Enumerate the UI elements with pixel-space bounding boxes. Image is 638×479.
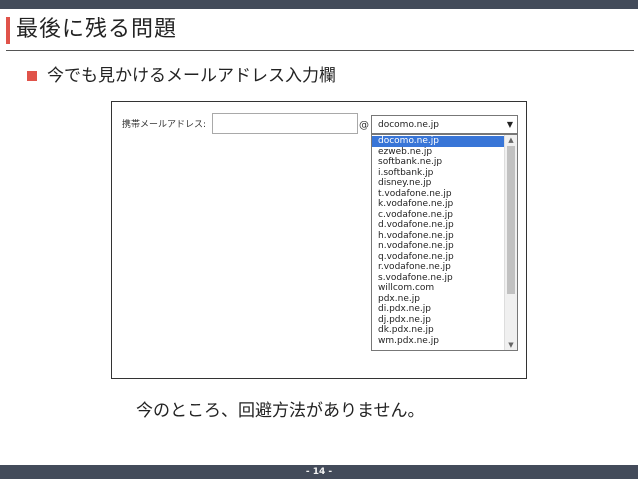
dropdown-option[interactable]: dk.pdx.ne.jp <box>372 325 506 336</box>
bullet-text: 今でも見かけるメールアドレス入力欄 <box>47 66 336 86</box>
dropdown-option[interactable]: r.vodafone.ne.jp <box>372 262 506 273</box>
dropdown-option[interactable]: pdx.ne.jp <box>372 294 506 305</box>
dropdown-option[interactable]: i.softbank.jp <box>372 168 506 179</box>
dropdown-option[interactable]: h.vodafone.ne.jp <box>372 231 506 242</box>
dropdown-option[interactable]: docomo.ne.jp <box>372 136 506 147</box>
dropdown-scrollbar[interactable]: ▲ ▼ <box>504 135 517 350</box>
dropdown-option[interactable]: d.vodafone.ne.jp <box>372 220 506 231</box>
page-number: - 14 - <box>305 467 333 477</box>
form-screenshot: 携帯メールアドレス: @ docomo.ne.jp ▼ docomo.ne.jp… <box>111 101 527 379</box>
scroll-down-icon[interactable]: ▼ <box>505 340 517 350</box>
scroll-thumb[interactable] <box>507 146 515 294</box>
at-symbol: @ <box>359 120 369 131</box>
email-local-input[interactable] <box>212 113 358 134</box>
dropdown-option[interactable]: dj.pdx.ne.jp <box>372 315 506 326</box>
top-bar <box>0 0 638 9</box>
dropdown-option[interactable]: c.vodafone.ne.jp <box>372 210 506 221</box>
dropdown-option[interactable]: q.vodafone.ne.jp <box>372 252 506 263</box>
dropdown-option[interactable]: ezweb.ne.jp <box>372 147 506 158</box>
domain-dropdown-list[interactable]: docomo.ne.jp ezweb.ne.jp softbank.ne.jp i.s… <box>371 134 518 351</box>
scroll-up-icon[interactable]: ▲ <box>505 135 517 145</box>
bullet-square-icon <box>27 71 37 81</box>
dropdown-option[interactable]: di.pdx.ne.jp <box>372 304 506 315</box>
conclusion-text: 今のところ、回避方法がありません。 <box>136 401 425 421</box>
dropdown-option[interactable]: willcom.com <box>372 283 506 294</box>
caret-down-icon[interactable]: ▼ <box>507 119 513 131</box>
domain-select-value: docomo.ne.jp <box>378 120 439 130</box>
dropdown-option[interactable]: n.vodafone.ne.jp <box>372 241 506 252</box>
dropdown-option[interactable]: s.vodafone.ne.jp <box>372 273 506 284</box>
title-accent-bar <box>6 17 10 44</box>
dropdown-option[interactable]: t.vodafone.ne.jp <box>372 189 506 200</box>
domain-select[interactable]: docomo.ne.jp ▼ <box>371 115 518 134</box>
slide-title: 最後に残る問題 <box>16 17 178 42</box>
email-label: 携帯メールアドレス: <box>122 120 207 130</box>
dropdown-option[interactable]: wm.pdx.ne.jp <box>372 336 506 347</box>
bottom-bar: - 14 - <box>0 465 638 479</box>
dropdown-option[interactable]: k.vodafone.ne.jp <box>372 199 506 210</box>
dropdown-option[interactable]: softbank.ne.jp <box>372 157 506 168</box>
dropdown-option[interactable]: disney.ne.jp <box>372 178 506 189</box>
title-divider <box>6 50 634 51</box>
